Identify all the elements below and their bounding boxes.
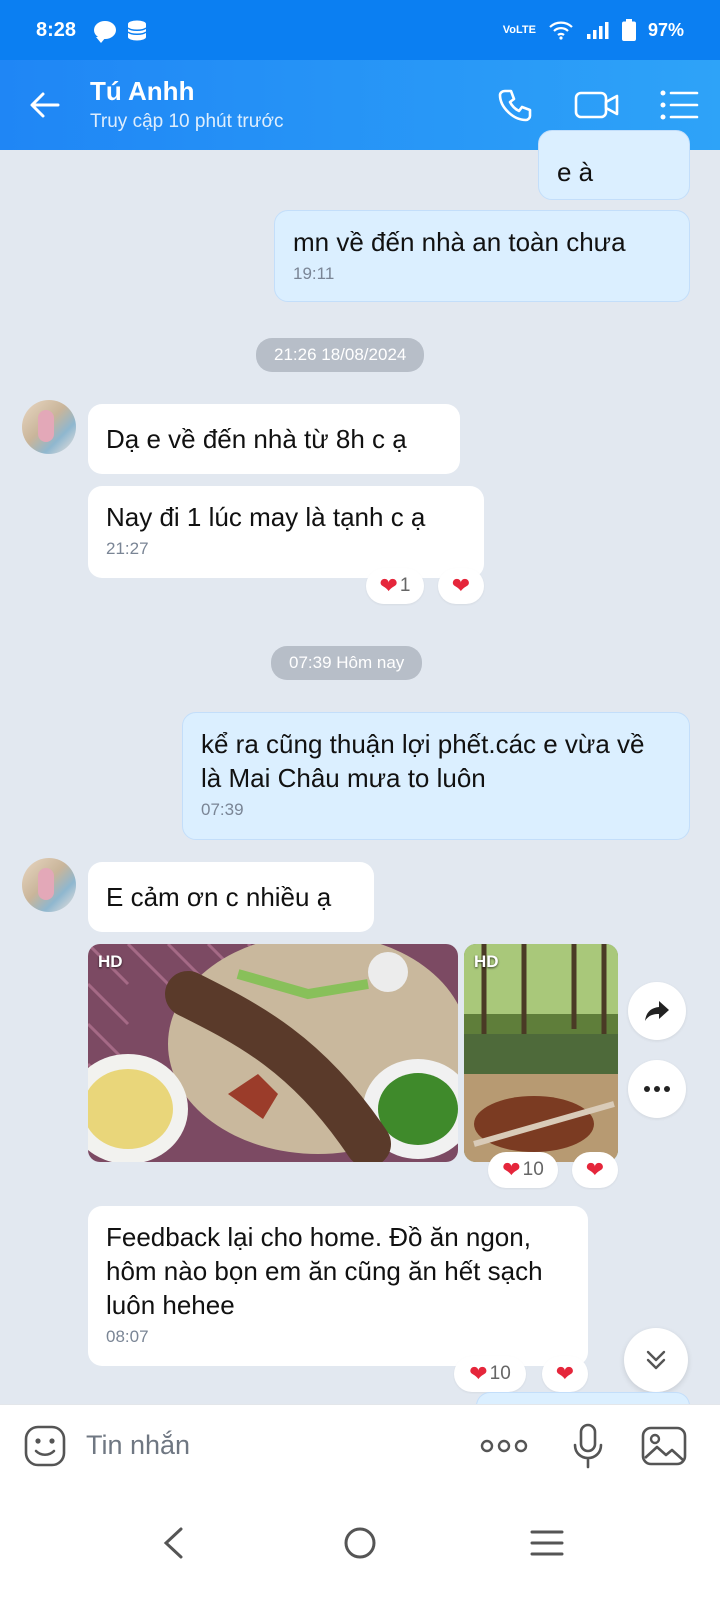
phone-icon bbox=[498, 89, 532, 122]
signal-icon bbox=[586, 22, 609, 39]
battery-level: 97% bbox=[647, 19, 684, 40]
microphone-icon bbox=[573, 1423, 603, 1468]
heart-icon: ❤ bbox=[469, 1361, 488, 1386]
scroll-to-bottom-button[interactable] bbox=[624, 1328, 688, 1392]
message-timestamp: 07:39 bbox=[201, 800, 244, 819]
contact-avatar[interactable] bbox=[22, 400, 76, 454]
nav-back-button[interactable] bbox=[133, 1503, 213, 1583]
share-arrow-icon bbox=[645, 1001, 669, 1021]
list-menu-icon bbox=[660, 90, 699, 120]
contact-name: Tú Anhh bbox=[90, 75, 195, 106]
food-photo-image bbox=[88, 944, 458, 1162]
outdoor-photo-image bbox=[464, 944, 618, 1162]
more-options-button[interactable] bbox=[628, 1060, 686, 1118]
battery-icon bbox=[621, 19, 636, 41]
more-dots-icon bbox=[480, 1439, 528, 1452]
hd-badge: HD bbox=[98, 952, 123, 971]
message-text: mn về đến nhà an toàn chưa bbox=[293, 227, 626, 257]
last-seen-status: Truy cập 10 phút trước bbox=[90, 110, 284, 132]
emoji-sticker-icon bbox=[24, 1425, 66, 1466]
message-text: e à bbox=[557, 157, 594, 187]
system-navigation-bar bbox=[0, 1486, 720, 1600]
message-text: E cảm ơn c nhiều ạ bbox=[106, 882, 332, 912]
double-chevron-down-icon bbox=[646, 1350, 666, 1370]
volte-icon: VoLTE bbox=[502, 24, 536, 36]
more-actions-button[interactable] bbox=[470, 1405, 538, 1487]
hd-badge: HD bbox=[474, 952, 499, 971]
heart-icon: ❤ bbox=[379, 573, 398, 598]
message-text: kể ra cũng thuận lợi phết.các e vừa về l… bbox=[201, 729, 645, 793]
message-bubble-incoming[interactable]: Dạ e về đến nhà từ 8h c ạ bbox=[88, 404, 460, 474]
photo-attachment-outdoor[interactable]: HD bbox=[464, 944, 618, 1162]
photo-attachment-food[interactable]: HD bbox=[88, 944, 458, 1162]
nav-home-button[interactable] bbox=[320, 1503, 400, 1583]
back-button[interactable] bbox=[0, 60, 90, 150]
message-text: Nay đi 1 lúc may là tạnh c ạ bbox=[106, 502, 426, 532]
message-composer: Tin nhắn bbox=[0, 1404, 720, 1486]
message-bubble-outgoing[interactable]: mn về đến nhà an toàn chưa 19:11 bbox=[274, 210, 690, 302]
reaction-count: 10 bbox=[489, 1363, 511, 1384]
messenger-notification-icon bbox=[94, 21, 117, 43]
wifi-icon bbox=[549, 21, 573, 40]
react-heart-button[interactable]: ❤ bbox=[572, 1152, 618, 1188]
message-text: Dạ e về đến nhà từ 8h c ạ bbox=[106, 424, 407, 454]
send-image-button[interactable] bbox=[630, 1405, 698, 1487]
contact-info[interactable]: Tú Anhh Truy cập 10 phút trước bbox=[90, 75, 474, 133]
message-input[interactable]: Tin nhắn bbox=[86, 1430, 470, 1461]
arrow-left-icon bbox=[30, 92, 60, 118]
heart-icon: ❤ bbox=[555, 1361, 575, 1386]
message-timestamp: 19:11 bbox=[293, 264, 335, 283]
share-button[interactable] bbox=[628, 982, 686, 1040]
heart-icon: ❤ bbox=[502, 1157, 521, 1182]
heart-icon: ❤ bbox=[585, 1157, 605, 1182]
message-timestamp: 08:07 bbox=[106, 1327, 149, 1346]
home-circle-icon bbox=[344, 1527, 376, 1559]
voice-message-button[interactable] bbox=[554, 1405, 622, 1487]
date-separator: 21:26 18/08/2024 bbox=[256, 338, 425, 372]
more-horizontal-icon bbox=[644, 1086, 670, 1092]
message-bubble-incoming[interactable]: Feedback lại cho home. Đồ ăn ngon, hôm n… bbox=[88, 1206, 588, 1366]
reaction-summary[interactable]: ❤ 10 bbox=[454, 1356, 526, 1392]
reaction-summary[interactable]: ❤ 1 bbox=[366, 568, 424, 604]
database-icon bbox=[127, 20, 147, 41]
message-text: Feedback lại cho home. Đồ ăn ngon, hôm n… bbox=[106, 1222, 543, 1320]
react-heart-button[interactable]: ❤ bbox=[542, 1356, 588, 1392]
contact-avatar[interactable] bbox=[22, 858, 76, 912]
nav-recents-button[interactable] bbox=[507, 1503, 587, 1583]
date-separator: 07:39 Hôm nay bbox=[271, 646, 423, 680]
reaction-summary[interactable]: ❤ 10 bbox=[488, 1152, 558, 1188]
message-bubble-incoming[interactable]: E cảm ơn c nhiều ạ bbox=[88, 862, 374, 932]
status-time: 8:28 bbox=[36, 18, 77, 41]
reaction-count: 1 bbox=[399, 575, 411, 596]
image-gallery-icon bbox=[641, 1426, 687, 1465]
recents-menu-icon bbox=[530, 1530, 564, 1556]
reaction-count: 10 bbox=[522, 1159, 544, 1180]
heart-icon: ❤ bbox=[451, 573, 471, 598]
message-timestamp: 21:27 bbox=[106, 539, 149, 558]
message-bubble-outgoing[interactable]: kể ra cũng thuận lợi phết.các e vừa về l… bbox=[182, 712, 690, 840]
status-bar: 8:28 VoLTE 97% bbox=[0, 0, 720, 60]
react-heart-button[interactable]: ❤ bbox=[438, 568, 484, 604]
message-bubble-incoming[interactable]: Nay đi 1 lúc may là tạnh c ạ 21:27 bbox=[88, 486, 484, 578]
video-camera-icon bbox=[574, 91, 619, 119]
sticker-button[interactable] bbox=[22, 1423, 68, 1469]
message-bubble-outgoing[interactable]: e à bbox=[538, 130, 690, 200]
chevron-left-icon bbox=[164, 1527, 183, 1559]
